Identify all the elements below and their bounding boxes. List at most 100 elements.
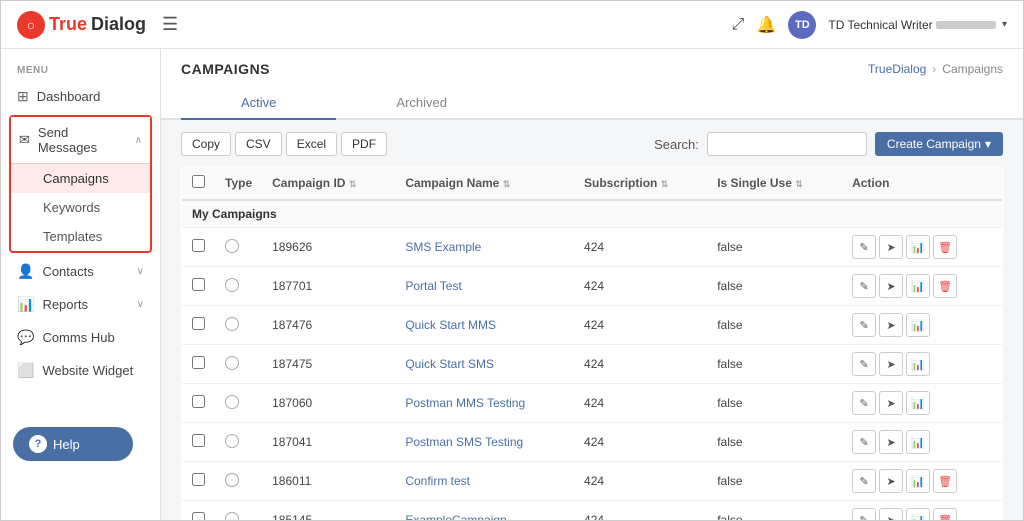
row4-send-button[interactable]: ➤ xyxy=(879,352,903,376)
row7-actions: ✎ ➤ 📊 🗑 xyxy=(842,462,1002,501)
row8-chart-button[interactable]: 📊 xyxy=(906,508,930,520)
row2-checkbox[interactable] xyxy=(192,278,205,291)
sidebar-item-label-send-messages: Send Messages xyxy=(38,125,127,155)
row3-checkbox-cell xyxy=(182,306,216,345)
tab-active[interactable]: Active xyxy=(181,87,336,120)
row3-edit-button[interactable]: ✎ xyxy=(852,313,876,337)
sort-campaign-id-icon[interactable]: ⇅ xyxy=(349,179,357,189)
row8-checkbox[interactable] xyxy=(192,512,205,520)
row8-edit-button[interactable]: ✎ xyxy=(852,508,876,520)
row3-campaign-link[interactable]: Quick Start MMS xyxy=(405,318,496,332)
sidebar-item-dashboard[interactable]: ⊞ Dashboard xyxy=(1,80,160,113)
sidebar-item-campaigns[interactable]: Campaigns xyxy=(11,163,150,193)
sidebar-item-keywords[interactable]: Keywords xyxy=(11,193,150,222)
sidebar-item-contacts[interactable]: 👤 Contacts ∨ xyxy=(1,255,160,288)
my-campaigns-section: My Campaigns xyxy=(182,200,1003,228)
row5-edit-button[interactable]: ✎ xyxy=(852,391,876,415)
row5-type-icon xyxy=(225,395,239,409)
copy-button[interactable]: Copy xyxy=(181,132,231,156)
row6-checkbox[interactable] xyxy=(192,434,205,447)
row3-checkbox[interactable] xyxy=(192,317,205,330)
row6-chart-button[interactable]: 📊 xyxy=(906,430,930,454)
chat-now-button[interactable]: ? Help xyxy=(13,427,133,461)
row6-send-button[interactable]: ➤ xyxy=(879,430,903,454)
row2-campaign-link[interactable]: Portal Test xyxy=(405,279,461,293)
row5-campaign-link[interactable]: Postman MMS Testing xyxy=(405,396,525,410)
row1-actions: ✎ ➤ 📊 🗑 xyxy=(842,228,1002,267)
row1-type-icon xyxy=(225,239,239,253)
row6-subscription: 424 xyxy=(574,423,707,462)
export-btn-group: Copy CSV Excel PDF xyxy=(181,132,387,156)
row1-chart-button[interactable]: 📊 xyxy=(906,235,930,259)
row5-chart-button[interactable]: 📊 xyxy=(906,391,930,415)
tab-archived[interactable]: Archived xyxy=(336,87,507,120)
row3-send-button[interactable]: ➤ xyxy=(879,313,903,337)
row3-action-btns: ✎ ➤ 📊 xyxy=(852,313,992,337)
row5-send-button[interactable]: ➤ xyxy=(879,391,903,415)
user-info[interactable]: TD Technical Writer ▾ xyxy=(828,18,1007,32)
row8-send-button[interactable]: ➤ xyxy=(879,508,903,520)
row6-campaign-link[interactable]: Postman SMS Testing xyxy=(405,435,523,449)
row1-campaign-link[interactable]: SMS Example xyxy=(405,240,481,254)
sidebar-item-comms-hub[interactable]: 💬 Comms Hub xyxy=(1,321,160,354)
sidebar-item-website-widget[interactable]: ⬜ Website Widget xyxy=(1,354,160,387)
hamburger-menu-icon[interactable]: ☰ xyxy=(162,14,178,35)
row1-checkbox[interactable] xyxy=(192,239,205,252)
sidebar-label-keywords: Keywords xyxy=(43,200,100,215)
table-row: 187041 Postman SMS Testing 424 false ✎ ➤… xyxy=(182,423,1003,462)
row4-campaign-link[interactable]: Quick Start SMS xyxy=(405,357,494,371)
excel-button[interactable]: Excel xyxy=(286,132,337,156)
row2-delete-button[interactable]: 🗑 xyxy=(933,274,957,298)
row7-campaign-id: 186011 xyxy=(262,462,395,501)
row1-send-button[interactable]: ➤ xyxy=(879,235,903,259)
pdf-button[interactable]: PDF xyxy=(341,132,387,156)
row3-type xyxy=(215,306,262,345)
row8-campaign-link[interactable]: ExampleCampaign xyxy=(405,513,506,520)
row7-edit-button[interactable]: ✎ xyxy=(852,469,876,493)
select-all-checkbox[interactable] xyxy=(192,175,205,188)
expand-icon[interactable]: ⤢ xyxy=(732,16,745,34)
row6-edit-button[interactable]: ✎ xyxy=(852,430,876,454)
row2-subscription: 424 xyxy=(574,267,707,306)
row7-chart-button[interactable]: 📊 xyxy=(906,469,930,493)
sidebar-item-label-website-widget: Website Widget xyxy=(42,363,133,378)
sidebar-item-reports[interactable]: 📊 Reports ∨ xyxy=(1,288,160,321)
row4-chart-button[interactable]: 📊 xyxy=(906,352,930,376)
row1-campaign-name: SMS Example xyxy=(395,228,574,267)
sort-single-use-icon[interactable]: ⇅ xyxy=(795,179,803,189)
sort-campaign-name-icon[interactable]: ⇅ xyxy=(503,179,511,189)
row7-type xyxy=(215,462,262,501)
row7-delete-button[interactable]: 🗑 xyxy=(933,469,957,493)
row8-delete-button[interactable]: 🗑 xyxy=(933,508,957,520)
row4-checkbox[interactable] xyxy=(192,356,205,369)
create-campaign-button[interactable]: Create Campaign ▾ xyxy=(875,132,1003,156)
csv-button[interactable]: CSV xyxy=(235,132,282,156)
sidebar-item-send-messages[interactable]: ✉ Send Messages ∧ xyxy=(11,117,150,163)
breadcrumb-home[interactable]: TrueDialog xyxy=(868,62,926,76)
row4-type xyxy=(215,345,262,384)
table-header-row: Type Campaign ID ⇅ Campaign Name ⇅ Subsc… xyxy=(182,167,1003,201)
row7-checkbox[interactable] xyxy=(192,473,205,486)
sidebar-item-templates[interactable]: Templates xyxy=(11,222,150,251)
topbar-left: ○ TrueDialog ☰ xyxy=(17,11,178,39)
row1-edit-button[interactable]: ✎ xyxy=(852,235,876,259)
row1-delete-button[interactable]: 🗑 xyxy=(933,235,957,259)
row7-campaign-link[interactable]: Confirm test xyxy=(405,474,470,488)
row2-send-button[interactable]: ➤ xyxy=(879,274,903,298)
search-input[interactable] xyxy=(707,132,867,156)
row2-single-use: false xyxy=(707,267,842,306)
logo-circle-text: ○ xyxy=(27,17,35,33)
row4-edit-button[interactable]: ✎ xyxy=(852,352,876,376)
row3-chart-button[interactable]: 📊 xyxy=(906,313,930,337)
row2-edit-button[interactable]: ✎ xyxy=(852,274,876,298)
row5-checkbox[interactable] xyxy=(192,395,205,408)
row2-chart-button[interactable]: 📊 xyxy=(906,274,930,298)
bell-icon[interactable]: 🔔 xyxy=(756,15,776,35)
user-menu-chevron-icon[interactable]: ▾ xyxy=(1002,19,1007,30)
contacts-arrow-icon: ∨ xyxy=(137,266,144,277)
row5-action-btns: ✎ ➤ 📊 xyxy=(852,391,992,415)
row7-send-button[interactable]: ➤ xyxy=(879,469,903,493)
create-campaign-chevron-icon: ▾ xyxy=(985,137,991,151)
row6-type-icon xyxy=(225,434,239,448)
sort-subscription-icon[interactable]: ⇅ xyxy=(661,179,669,189)
